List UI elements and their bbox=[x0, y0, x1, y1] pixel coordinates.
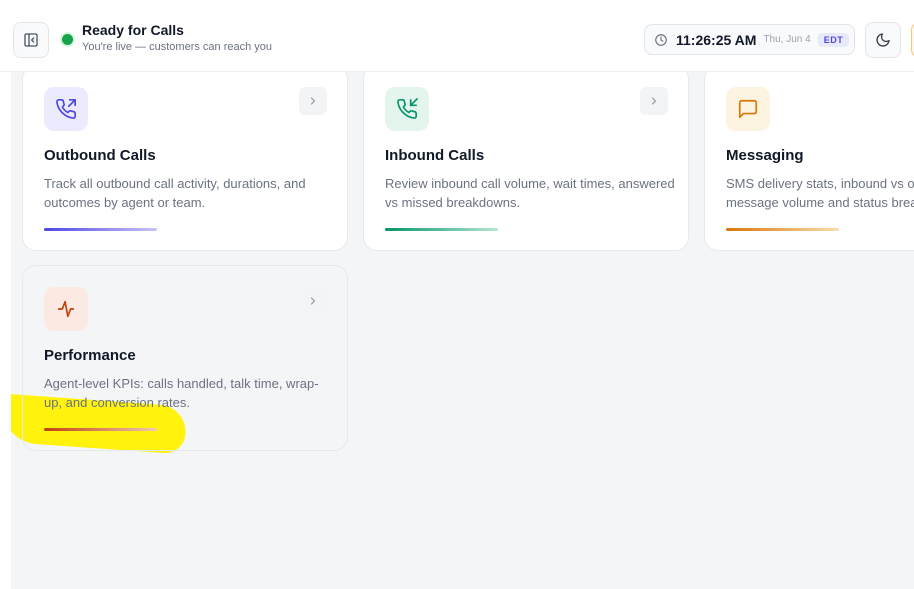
report-card-messaging[interactable]: Messaging SMS delivery stats, inbound vs… bbox=[704, 72, 914, 251]
status-subtitle: You're live — customers can reach you bbox=[82, 41, 273, 53]
activity-icon bbox=[57, 300, 75, 318]
card-open-button[interactable] bbox=[299, 87, 327, 115]
clock-widget: 11:26:25 AM Thu, Jun 4 EDT bbox=[644, 24, 855, 55]
chevron-right-icon bbox=[310, 297, 316, 305]
message-square-icon bbox=[738, 99, 758, 119]
report-card-outbound-calls[interactable]: Outbound Calls Track all outbound call a… bbox=[22, 72, 348, 251]
card-icon-tile bbox=[726, 87, 770, 131]
report-card-inbound-calls[interactable]: Inbound Calls Review inbound call volume… bbox=[363, 72, 689, 251]
card-accent-bar bbox=[44, 228, 157, 231]
report-card-performance[interactable]: Performance Agent-level KPIs: calls hand… bbox=[22, 265, 348, 451]
card-accent-bar bbox=[44, 428, 157, 431]
card-accent-bar bbox=[726, 228, 839, 231]
sidebar-toggle-button[interactable] bbox=[13, 22, 49, 58]
theme-toggle-button[interactable] bbox=[865, 22, 901, 58]
card-title: Messaging bbox=[726, 147, 804, 164]
card-accent-bar bbox=[385, 228, 498, 231]
card-description: Review inbound call volume, wait times, … bbox=[385, 176, 675, 210]
moon-icon bbox=[876, 33, 890, 47]
card-title: Outbound Calls bbox=[44, 147, 156, 164]
chevron-right-icon bbox=[310, 97, 316, 105]
reports-grid: Outbound Calls Track all outbound call a… bbox=[11, 72, 914, 589]
card-title: Performance bbox=[44, 347, 136, 364]
phone-outgoing-icon bbox=[56, 99, 76, 119]
card-description: SMS delivery stats, inbound vs outbound … bbox=[726, 176, 914, 210]
chevron-right-icon bbox=[651, 97, 657, 105]
card-description: Agent-level KPIs: calls handled, talk ti… bbox=[44, 376, 319, 410]
clock-date: Thu, Jun 4 bbox=[763, 34, 811, 45]
clock-icon bbox=[655, 33, 667, 46]
card-icon-tile bbox=[385, 87, 429, 131]
card-description: Track all outbound call activity, durati… bbox=[44, 176, 306, 210]
timezone-badge: EDT bbox=[817, 32, 850, 47]
card-icon-tile bbox=[44, 287, 88, 331]
card-open-button[interactable] bbox=[640, 87, 668, 115]
card-icon-tile bbox=[44, 87, 88, 131]
status-online-dot bbox=[62, 34, 73, 45]
status-title: Ready for Calls bbox=[82, 22, 184, 38]
top-bar: Ready for Calls You're live — customers … bbox=[0, 0, 914, 72]
sidebar-edge bbox=[0, 72, 11, 589]
sidebar-toggle-icon bbox=[24, 33, 38, 47]
card-title: Inbound Calls bbox=[385, 147, 485, 164]
clock-time: 11:26:25 AM bbox=[676, 31, 757, 48]
phone-incoming-icon bbox=[397, 98, 418, 119]
card-open-button[interactable] bbox=[299, 287, 327, 315]
